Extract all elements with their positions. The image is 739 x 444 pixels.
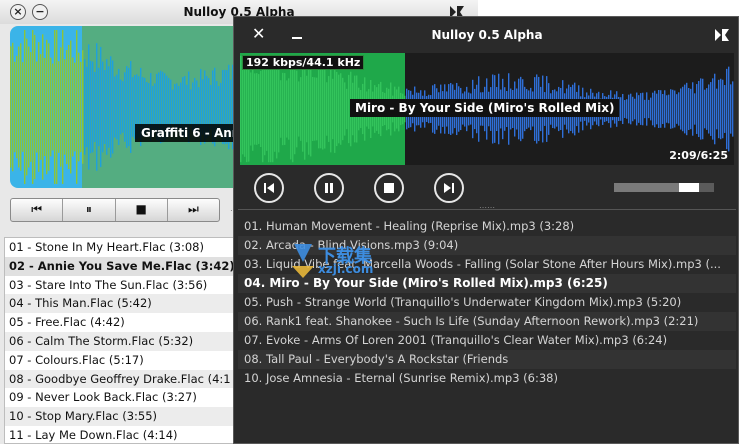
playlist: 01 - Stone In My Heart.Flac (3:08) 02 - … (4, 237, 240, 444)
playlist-item[interactable]: 10 - Stop Mary.Flac (3:55) (5, 407, 239, 426)
stop-icon (384, 183, 394, 193)
dark-player-window: ✕ Nulloy 0.5 Alpha 192 kbps/44.1 kHz Mir… (233, 16, 739, 444)
resize-grip-icon[interactable]: ⋯⋯ (479, 203, 495, 212)
app-logo-icon (715, 29, 729, 41)
now-playing-label: Miro - By Your Side (Miro's Rolled Mix) (350, 99, 620, 117)
volume-slider[interactable] (614, 183, 714, 192)
prev-button[interactable]: ⏮ (11, 199, 64, 221)
playlist-item[interactable]: 01. Human Movement - Healing (Reprise Mi… (238, 217, 736, 236)
playlist-item[interactable]: 01 - Stone In My Heart.Flac (3:08) (5, 238, 239, 257)
playlist-item[interactable]: 11 - Lay Me Down.Flac (4:14) (5, 426, 239, 443)
playlist-item[interactable]: 06. Rank1 feat. Shanokee - Such Is Life … (238, 312, 736, 331)
skip-forward-icon (444, 183, 454, 193)
stop-button[interactable]: ■ (116, 199, 168, 221)
skip-back-icon (264, 183, 274, 193)
skip-back-icon: ⏮ (31, 202, 43, 216)
playlist-item[interactable]: 10. Jose Amnesia - Eternal (Sunrise Remi… (238, 369, 736, 388)
playback-controls: ⏮ ⏸ ■ ⏭ (10, 198, 220, 222)
next-button[interactable] (434, 173, 464, 203)
watermark-subtext: xzji.com (318, 262, 374, 276)
playlist-item-current[interactable]: 02 - Annie You Save Me.Flac (3:42) (5, 256, 239, 276)
next-button[interactable]: ⏭ (168, 199, 219, 221)
pause-icon (325, 183, 333, 193)
bitrate-label: 192 kbps/44.1 kHz (242, 55, 365, 70)
playlist-item[interactable]: 08. Tall Paul - Everybody's A Rockstar (… (238, 350, 736, 369)
pause-button[interactable] (314, 173, 344, 203)
playlist-item[interactable]: 07 - Colours.Flac (5:17) (5, 351, 239, 370)
screenshot-stage: × − Nulloy 0.5 Alpha Graffiti 6 - Annie … (0, 0, 739, 444)
playlist-item[interactable]: 03 - Stare Into The Sun.Flac (3:56) (5, 276, 239, 295)
prev-button[interactable] (254, 173, 284, 203)
waveform-seekbar[interactable]: 192 kbps/44.1 kHz Miro - By Your Side (M… (240, 53, 734, 165)
playlist-item[interactable]: 05 - Free.Flac (4:42) (5, 313, 239, 332)
stop-icon: ■ (135, 202, 147, 216)
pause-icon: ⏸ (85, 202, 92, 216)
pause-button[interactable]: ⏸ (63, 199, 116, 221)
playlist-item[interactable]: 07. Evoke - Arms Of Loren 2001 (Tranquil… (238, 331, 736, 350)
window-title: Nulloy 0.5 Alpha (431, 28, 543, 42)
time-label: 2:09/6:25 (669, 149, 728, 162)
playlist-item[interactable]: 08 - Goodbye Geoffrey Drake.Flac (4:1 (5, 369, 239, 389)
playlist-item[interactable]: 04 - This Man.Flac (5:42) (5, 294, 239, 314)
stop-button[interactable] (374, 173, 404, 203)
playlist-item[interactable]: 09 - Never Look Back.Flac (3:27) (5, 388, 239, 407)
playlist-item[interactable]: 05. Push - Strange World (Tranquillo's U… (238, 293, 736, 312)
divider (238, 209, 736, 210)
volume-handle[interactable] (679, 183, 699, 192)
skip-forward-icon: ⏭ (187, 202, 199, 216)
playlist-item[interactable]: 06 - Calm The Storm.Flac (5:32) (5, 331, 239, 351)
